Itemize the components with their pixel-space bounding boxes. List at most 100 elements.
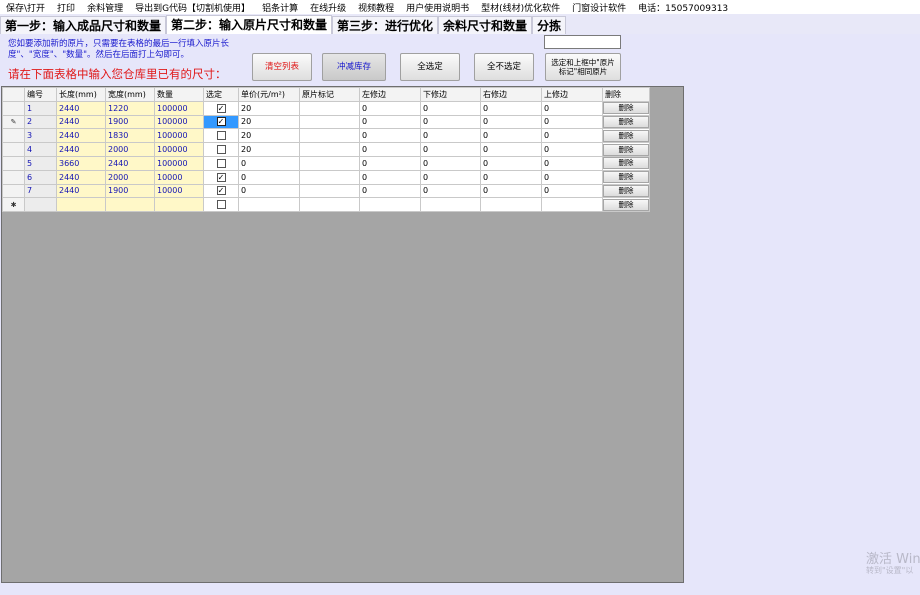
table-row[interactable]: 6 2440 2000 10000 ✓ 0 0 0 0 0 删除 xyxy=(2,169,650,185)
cell-length[interactable]: 2440 xyxy=(56,142,106,157)
clear-list-button[interactable]: 清空列表 xyxy=(252,53,312,81)
cell-selected[interactable]: ✓ xyxy=(203,100,239,116)
col-header-length[interactable]: 长度(mm) xyxy=(56,87,106,102)
cell-selected[interactable]: ✓ xyxy=(203,183,239,199)
cell-bottom-trim[interactable] xyxy=(420,197,481,213)
tab-step3[interactable]: 第三步：进行优化 xyxy=(332,16,439,34)
tab-sort[interactable]: 分拣 xyxy=(532,16,567,34)
cell-left-trim[interactable]: 0 xyxy=(359,100,421,116)
menu-item[interactable]: 电话：15057009313 xyxy=(632,1,734,14)
menu-item[interactable]: 保存\打开 xyxy=(0,1,51,14)
table-row[interactable]: 4 2440 2000 100000 20 0 0 0 0 删除 xyxy=(2,142,650,157)
cell-length[interactable]: 2440 xyxy=(56,183,106,199)
menu-item[interactable]: 导出到G代码【切割机使用】 xyxy=(129,1,256,14)
menu-item[interactable]: 铝条计算 xyxy=(256,1,304,14)
cell-quantity[interactable]: 10000 xyxy=(154,169,204,185)
cell-selected[interactable]: ✓ xyxy=(203,114,239,130)
table-row[interactable]: 7 2440 1900 10000 ✓ 0 0 0 0 0 删除 xyxy=(2,183,650,199)
cell-left-trim[interactable]: 0 xyxy=(359,114,421,130)
row-header[interactable] xyxy=(2,155,25,171)
cell-price[interactable]: 20 xyxy=(238,142,300,157)
cell-top-trim[interactable]: 0 xyxy=(541,155,603,171)
cell-width[interactable]: 2000 xyxy=(105,142,155,157)
cell-selected[interactable] xyxy=(203,155,239,171)
cell-right-trim[interactable]: 0 xyxy=(480,114,542,130)
cell-price[interactable]: 20 xyxy=(238,128,300,144)
cell-price[interactable] xyxy=(238,197,300,213)
table-row[interactable]: ✎ 2 2440 1900 100000 ✓ 20 0 0 0 0 删除 xyxy=(2,114,650,130)
delete-row-button[interactable]: 删除 xyxy=(603,143,649,156)
cell-bottom-trim[interactable]: 0 xyxy=(420,155,481,171)
cell-selected[interactable] xyxy=(203,128,239,144)
cell-bottom-trim[interactable]: 0 xyxy=(420,169,481,185)
cell-top-trim[interactable]: 0 xyxy=(541,114,603,130)
col-header-top-trim[interactable]: 上修边 xyxy=(541,87,603,102)
menu-item[interactable]: 在线升级 xyxy=(304,1,352,14)
cell-top-trim[interactable]: 0 xyxy=(541,183,603,199)
cell-bottom-trim[interactable]: 0 xyxy=(420,183,481,199)
cell-left-trim[interactable]: 0 xyxy=(359,128,421,144)
cell-price[interactable]: 0 xyxy=(238,155,300,171)
row-header[interactable]: ✱ xyxy=(2,197,25,213)
col-header-delete[interactable]: 删除 xyxy=(602,87,650,102)
cell-width[interactable]: 1900 xyxy=(105,183,155,199)
tab-step1[interactable]: 第一步：输入成品尺寸和数量 xyxy=(0,16,167,34)
cell-length[interactable]: 3660 xyxy=(56,155,106,171)
select-checkbox[interactable]: ✓ xyxy=(216,117,226,127)
cell-bottom-trim[interactable]: 0 xyxy=(420,142,481,157)
row-header[interactable] xyxy=(2,142,25,157)
menu-item[interactable]: 用户使用说明书 xyxy=(400,1,475,14)
delete-row-button[interactable]: 删除 xyxy=(603,129,649,142)
cell-quantity[interactable]: 100000 xyxy=(154,114,204,130)
col-header-left-trim[interactable]: 左修边 xyxy=(359,87,421,102)
cell-quantity[interactable]: 10000 xyxy=(154,183,204,199)
cell-mark[interactable] xyxy=(299,100,360,116)
cell-left-trim[interactable] xyxy=(359,197,421,213)
delete-row-button[interactable]: 删除 xyxy=(603,198,649,211)
cell-price[interactable]: 20 xyxy=(238,100,300,116)
cell-length[interactable]: 2440 xyxy=(56,169,106,185)
cell-top-trim[interactable]: 0 xyxy=(541,169,603,185)
col-header-quantity[interactable]: 数量 xyxy=(154,87,204,102)
cell-mark[interactable] xyxy=(299,128,360,144)
cell-width[interactable]: 1220 xyxy=(105,100,155,116)
menu-item[interactable]: 打印 xyxy=(51,1,81,14)
tab-remnant[interactable]: 余料尺寸和数量 xyxy=(438,16,533,34)
cell-left-trim[interactable]: 0 xyxy=(359,142,421,157)
col-header-mark[interactable]: 原片标记 xyxy=(299,87,360,102)
col-header-right-trim[interactable]: 右修边 xyxy=(480,87,542,102)
cell-left-trim[interactable]: 0 xyxy=(359,169,421,185)
cell-length[interactable]: 2440 xyxy=(56,128,106,144)
cell-width[interactable]: 2000 xyxy=(105,169,155,185)
table-row[interactable]: 1 2440 1220 100000 ✓ 20 0 0 0 0 删除 xyxy=(2,100,650,116)
select-checkbox[interactable] xyxy=(216,131,226,141)
cell-width[interactable] xyxy=(105,197,155,213)
cell-mark[interactable] xyxy=(299,114,360,130)
delete-row-button[interactable]: 删除 xyxy=(603,116,649,128)
delete-row-button[interactable]: 删除 xyxy=(603,171,649,184)
select-by-mark-button[interactable]: 选定和上框中"原片标记"相同原片 xyxy=(545,53,621,81)
cell-quantity[interactable]: 100000 xyxy=(154,128,204,144)
cell-price[interactable]: 0 xyxy=(238,183,300,199)
col-header-width[interactable]: 宽度(mm) xyxy=(105,87,155,102)
cell-top-trim[interactable] xyxy=(541,197,603,213)
cell-right-trim[interactable]: 0 xyxy=(480,128,542,144)
cell-right-trim[interactable]: 0 xyxy=(480,155,542,171)
cell-selected[interactable]: ✓ xyxy=(203,169,239,185)
row-header[interactable] xyxy=(2,169,25,185)
cell-quantity[interactable]: 100000 xyxy=(154,142,204,157)
menu-item[interactable]: 视频教程 xyxy=(352,1,400,14)
cell-right-trim[interactable] xyxy=(480,197,542,213)
row-header[interactable] xyxy=(2,128,25,144)
select-checkbox[interactable]: ✓ xyxy=(216,172,226,182)
cell-selected[interactable] xyxy=(203,197,239,213)
table-row[interactable]: 3 2440 1830 100000 20 0 0 0 0 删除 xyxy=(2,128,650,144)
cell-right-trim[interactable]: 0 xyxy=(480,183,542,199)
delete-row-button[interactable]: 删除 xyxy=(603,102,649,115)
col-header-bottom-trim[interactable]: 下修边 xyxy=(420,87,481,102)
col-header-no[interactable]: 编号 xyxy=(24,87,57,102)
col-header-price[interactable]: 单价(元/m²) xyxy=(238,87,300,102)
cell-left-trim[interactable]: 0 xyxy=(359,155,421,171)
cell-length[interactable]: 2440 xyxy=(56,114,106,130)
row-header[interactable]: ✎ xyxy=(2,114,25,130)
